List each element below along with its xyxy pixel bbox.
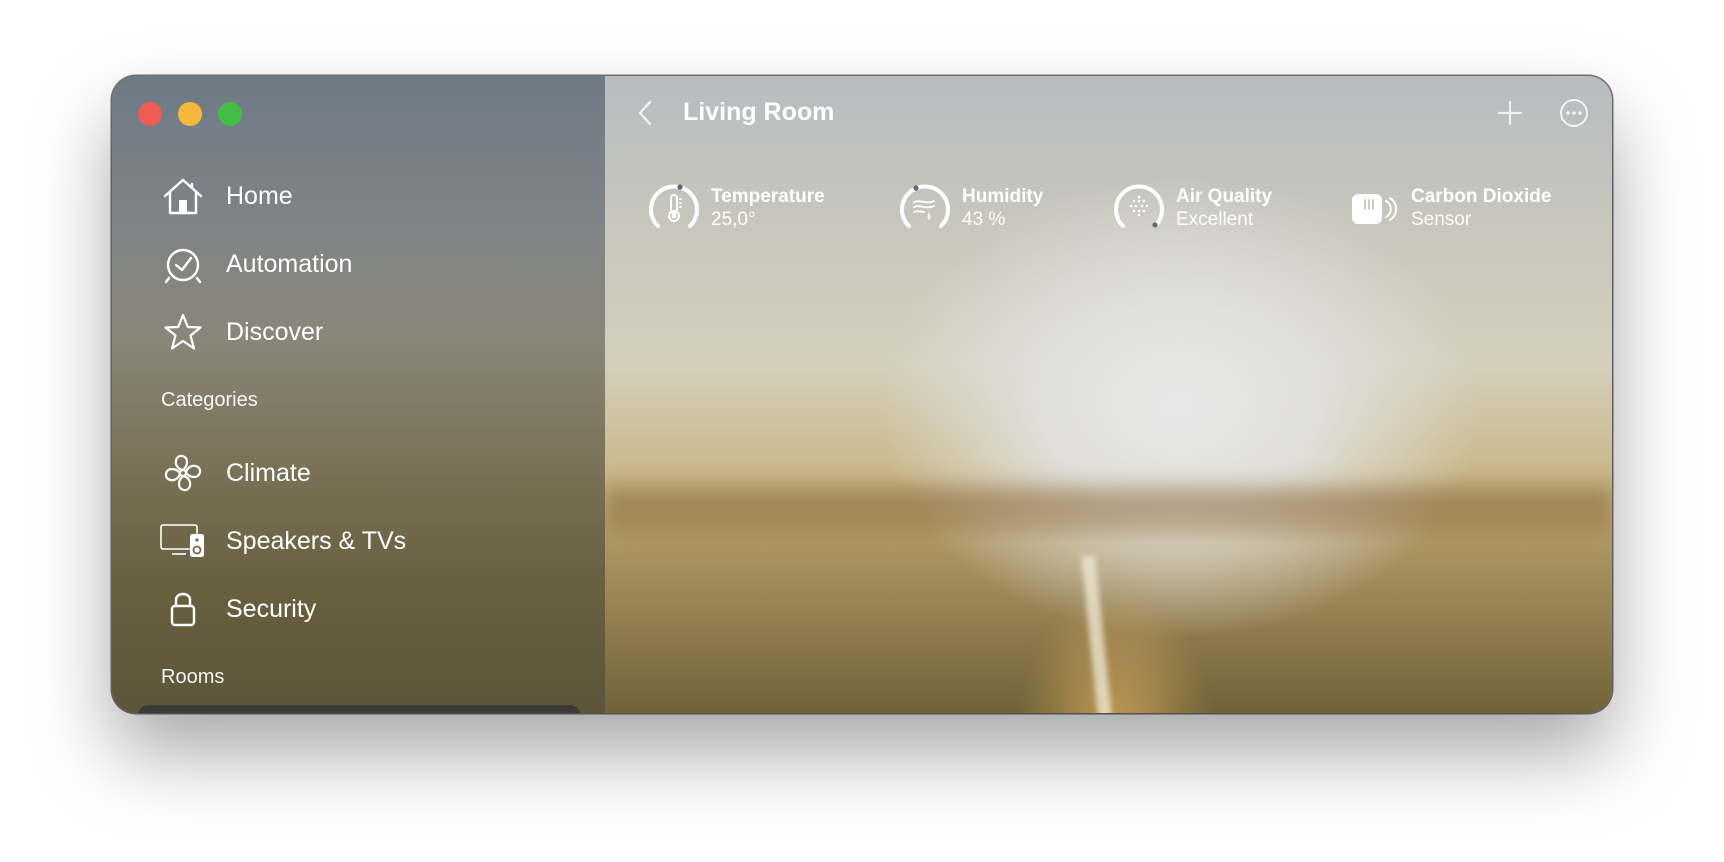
- room-background: [605, 76, 1612, 713]
- tile-title: Carbon Dioxide: [1411, 185, 1552, 207]
- tile-title: Temperature: [711, 185, 825, 207]
- chevron-left-icon: [638, 100, 652, 126]
- co2-sensor-icon: [1352, 194, 1397, 224]
- sidebar-item-label: Climate: [226, 458, 311, 487]
- more-options-button[interactable]: [1557, 96, 1591, 130]
- sidebar-item-label: Security: [226, 594, 317, 623]
- categories-heading: Categories: [161, 389, 258, 411]
- home-app-window: Home Automation Discover Categories Clim…: [112, 76, 1612, 713]
- plus-icon: [1497, 100, 1523, 126]
- tile-title: Air Quality: [1176, 185, 1273, 207]
- background-road-glow: [985, 516, 1245, 713]
- tile-value: Sensor: [1411, 208, 1472, 230]
- rooms-heading: Rooms: [161, 666, 225, 688]
- sidebar-item-label: Discover: [226, 317, 324, 346]
- sidebar-item-label: Home: [226, 181, 293, 210]
- add-accessory-button[interactable]: [1495, 98, 1525, 128]
- air-quality-icon: [1114, 184, 1164, 228]
- star-icon: [160, 309, 206, 355]
- status-tile-carbon-dioxide[interactable]: Carbon Dioxide Sensor: [1345, 180, 1551, 236]
- tile-title: Humidity: [962, 185, 1044, 207]
- sidebar-item-security[interactable]: Security: [160, 583, 580, 635]
- maximize-window-button[interactable]: [218, 102, 242, 126]
- sidebar-item-label: Automation: [226, 249, 353, 278]
- status-tile-temperature[interactable]: Temperature 25,0°: [645, 180, 825, 236]
- sidebar-item-label: Speakers & TVs: [226, 526, 407, 555]
- sidebar-item-automation[interactable]: Automation: [160, 238, 580, 290]
- tile-value: 43 %: [962, 208, 1006, 230]
- humidity-icon: [900, 184, 950, 228]
- sidebar: Home Automation Discover Categories Clim…: [112, 76, 605, 713]
- ellipsis-circle-icon: [1560, 99, 1588, 127]
- room-list-item[interactable]: [138, 705, 580, 713]
- tv-speaker-icon: [160, 518, 206, 564]
- sidebar-item-speakers-tvs[interactable]: Speakers & TVs: [160, 515, 580, 567]
- sidebar-item-discover[interactable]: Discover: [160, 306, 580, 358]
- tile-value: Excellent: [1176, 208, 1254, 230]
- sidebar-item-climate[interactable]: Climate: [160, 447, 580, 499]
- fan-icon: [160, 450, 206, 496]
- status-tile-air-quality[interactable]: Air Quality Excellent: [1110, 180, 1272, 236]
- lock-icon: [160, 586, 206, 632]
- back-button[interactable]: [631, 96, 661, 130]
- sidebar-item-home[interactable]: Home: [160, 170, 580, 222]
- house-icon: [160, 173, 206, 219]
- thermometer-icon: [649, 184, 699, 228]
- close-window-button[interactable]: [138, 102, 162, 126]
- clock-check-icon: [160, 241, 206, 287]
- page-title: Living Room: [683, 98, 835, 126]
- tile-value: 25,0°: [711, 208, 756, 230]
- minimize-window-button[interactable]: [178, 102, 202, 126]
- status-tile-humidity[interactable]: Humidity 43 %: [896, 180, 1043, 236]
